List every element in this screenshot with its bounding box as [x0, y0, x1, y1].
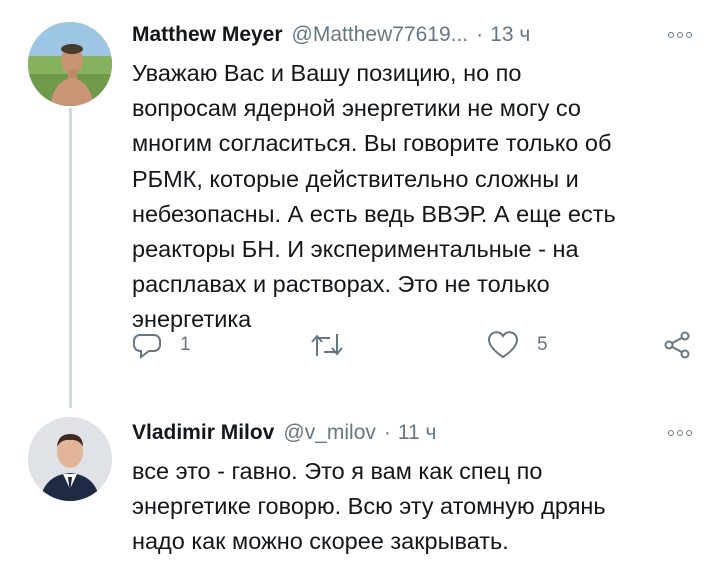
like-button[interactable]: 5	[487, 330, 548, 360]
more-options-icon	[668, 32, 692, 38]
avatar[interactable]	[28, 417, 112, 501]
retweet-icon	[311, 334, 343, 356]
retweet-button[interactable]	[310, 330, 344, 360]
tweet-timestamp[interactable]: 13 ч	[490, 23, 530, 47]
avatar[interactable]	[28, 22, 112, 106]
tweet-actions: 1 5	[132, 330, 692, 370]
tweet-text-line: реакторы БН. И экспериментальные - на	[132, 236, 579, 263]
tweet-header: Vladimir Milov @v_milov · 11 ч	[132, 416, 692, 450]
tweet-text-line: многим согласиться. Вы говорите только о…	[132, 130, 612, 157]
thread-connector-line	[69, 108, 72, 408]
more-options-button[interactable]	[668, 416, 692, 450]
tweet-text-line: энергетике говорю. Всю эту атомную дрянь	[132, 493, 606, 520]
author-handle[interactable]: @Matthew77619...	[292, 23, 469, 47]
tweet-text: все это - гавно. Это я вам как спец по э…	[132, 454, 692, 560]
author-name[interactable]: Matthew Meyer	[132, 23, 283, 47]
separator-dot: ·	[383, 421, 391, 444]
reply-button[interactable]: 1	[132, 330, 191, 360]
tweet-text-line: РБМК, которые действительно сложны и	[132, 165, 579, 192]
reply-count: 1	[180, 334, 191, 355]
more-options-icon	[668, 430, 692, 436]
separator-dot: ·	[476, 23, 484, 46]
tweet-text-line: надо как можно скорее закрывать.	[132, 528, 509, 555]
more-options-button[interactable]	[668, 18, 692, 52]
heart-icon	[487, 331, 519, 359]
reply-icon	[133, 334, 161, 359]
share-button[interactable]	[662, 330, 692, 360]
tweet-text-line: Уважаю Вас и Вашу позицию, но по	[132, 60, 522, 86]
avatar-photo-icon	[28, 417, 112, 501]
author-handle[interactable]: @v_milov	[283, 421, 376, 445]
share-icon	[664, 331, 690, 359]
like-count: 5	[537, 334, 548, 355]
tweet: Vladimir Milov @v_milov · 11 ч все это -…	[132, 416, 692, 560]
tweet-timestamp[interactable]: 11 ч	[398, 421, 437, 445]
tweet-text: Уважаю Вас и Вашу позицию, но по вопроса…	[132, 56, 692, 338]
tweet-text-line: небезопасны. А есть ведь ВВЭР. А еще ест…	[132, 200, 616, 227]
tweet-text-line: расплавах и растворах. Это не только	[132, 271, 550, 298]
tweet: Matthew Meyer @Matthew77619... · 13 ч Ув…	[132, 18, 692, 359]
author-name[interactable]: Vladimir Milov	[132, 421, 274, 445]
avatar-photo-icon	[28, 22, 112, 106]
tweet-header: Matthew Meyer @Matthew77619... · 13 ч	[132, 18, 692, 52]
tweet-text-line: все это - гавно. Это я вам как спец по	[132, 458, 543, 484]
tweet-text-line: вопросам ядерной энергетики не могу со	[132, 95, 581, 122]
